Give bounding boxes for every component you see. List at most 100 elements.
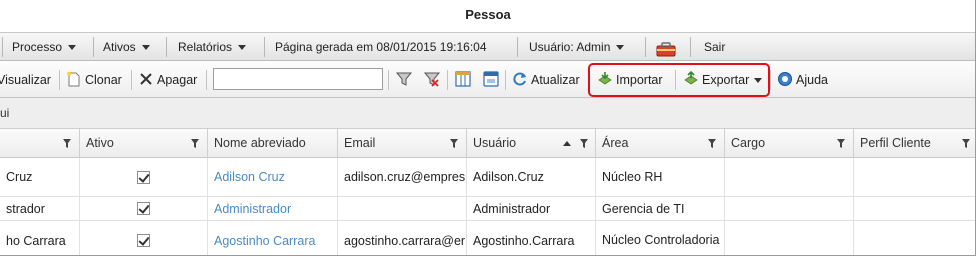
column-filter-icon[interactable] — [63, 139, 71, 148]
menu-separator — [93, 37, 94, 57]
cell-user: Adilson.Cruz — [467, 158, 596, 196]
group-bar: ui — [0, 98, 975, 129]
menu-separator — [517, 37, 518, 57]
table-row[interactable]: strador Administrador Administrador Gere… — [0, 197, 975, 221]
ativo-checkbox[interactable] — [137, 202, 150, 215]
page-generated-text: Página gerada em 08/01/2015 19:16:04 — [275, 40, 487, 54]
column-header-perfil-cliente[interactable]: Perfil Cliente — [854, 129, 975, 158]
columns-icon[interactable] — [454, 70, 472, 88]
toolbar-separator — [59, 70, 60, 90]
delete-x-icon — [138, 71, 154, 87]
menu-separator — [166, 37, 167, 57]
menu-separator — [645, 37, 646, 57]
chevron-down-icon — [68, 45, 77, 51]
help-button[interactable]: Ajuda — [777, 69, 828, 91]
cell-email: adilson.cruz@empres — [338, 158, 467, 196]
user-menu[interactable]: Usuário: Admin — [529, 33, 625, 61]
cell-email: agostinho.carrara@er — [338, 221, 467, 255]
toolbar-separator — [770, 70, 771, 90]
help-button-label: Ajuda — [796, 73, 828, 87]
menu-ativos-label: Ativos — [103, 40, 136, 54]
help-icon — [777, 71, 793, 87]
cell-email — [338, 197, 467, 220]
cell-perfil — [854, 197, 975, 220]
clone-button-label: Clonar — [85, 73, 122, 87]
column-header-label: Cargo — [731, 136, 766, 150]
column-header-email[interactable]: Email — [338, 129, 467, 158]
ativo-checkbox[interactable] — [137, 170, 150, 184]
clone-icon — [66, 71, 82, 87]
menu-separator — [2, 37, 3, 57]
user-menu-label: Usuário: Admin — [529, 40, 611, 54]
column-filter-icon[interactable] — [191, 139, 199, 148]
window: Pessoa Processo Ativos Relatórios Página… — [0, 0, 976, 256]
menu-bar: Processo Ativos Relatórios Página gerada… — [0, 33, 975, 61]
cell-cargo — [725, 158, 854, 196]
data-grid: Ativo Nome abreviado Email Usuário Área … — [0, 129, 975, 255]
column-header-usuario[interactable]: Usuário — [467, 129, 596, 158]
column-header-label: Perfil Cliente — [860, 136, 931, 150]
column-header-ativo[interactable]: Ativo — [80, 129, 208, 158]
view-button[interactable]: Visualizar — [0, 69, 51, 91]
column-filter-icon[interactable] — [962, 139, 970, 148]
exit-link[interactable]: Sair — [704, 33, 725, 61]
menu-relatorios[interactable]: Relatórios — [178, 33, 247, 61]
delete-button-label: Apagar — [157, 73, 198, 87]
column-filter-icon[interactable] — [837, 139, 845, 148]
toolbar-separator — [131, 70, 132, 90]
toolbox-icon[interactable] — [656, 39, 676, 57]
menu-processo-label: Processo — [12, 40, 63, 54]
toolbar: Visualizar Clonar Apagar Atualizar Impor… — [0, 61, 975, 98]
cell-ativo — [80, 158, 208, 196]
cell-short-name: Administrador — [208, 197, 338, 220]
search-input[interactable] — [213, 68, 383, 90]
chevron-down-icon — [238, 45, 247, 51]
toolbar-separator — [206, 70, 207, 90]
cell-area: Gerencia de TI — [596, 197, 725, 220]
title-bar: Pessoa — [0, 0, 975, 33]
column-header-nome-abreviado[interactable]: Nome abreviado — [208, 129, 338, 158]
column-header-cargo[interactable]: Cargo — [725, 129, 854, 158]
import-export-highlight — [588, 63, 770, 97]
cell-name: strador — [0, 197, 80, 220]
cell-area: Núcleo RH — [596, 158, 725, 196]
column-filter-icon[interactable] — [450, 139, 458, 148]
person-link[interactable]: Agostinho Carrara — [214, 234, 315, 248]
column-filter-icon[interactable] — [708, 139, 716, 148]
view-button-label: Visualizar — [0, 73, 51, 87]
column-header-label: Nome abreviado — [214, 136, 306, 150]
grid-header: Ativo Nome abreviado Email Usuário Área … — [0, 129, 975, 158]
menu-processo[interactable]: Processo — [12, 33, 77, 61]
person-link[interactable]: Adilson Cruz — [214, 170, 285, 184]
cell-perfil — [854, 221, 975, 255]
column-header-name[interactable] — [0, 129, 80, 158]
delete-button[interactable]: Apagar — [138, 69, 197, 91]
menu-ativos[interactable]: Ativos — [103, 33, 150, 61]
toolbar-separator — [447, 70, 448, 90]
table-row[interactable]: ho Carrara Agostinho Carrara agostinho.c… — [0, 221, 975, 255]
ativo-checkbox[interactable] — [137, 234, 150, 247]
column-header-area[interactable]: Área — [596, 129, 725, 158]
filter-icon[interactable] — [395, 70, 413, 88]
clone-button[interactable]: Clonar — [66, 69, 122, 91]
table-row[interactable]: Cruz Adilson Cruz adilson.cruz@empres Ad… — [0, 158, 975, 197]
cell-cargo — [725, 197, 854, 220]
refresh-icon — [512, 71, 528, 87]
column-header-label: Email — [344, 136, 376, 150]
refresh-button-label: Atualizar — [531, 73, 580, 87]
column-header-label: Usuário — [473, 136, 517, 150]
person-link[interactable]: Administrador — [214, 202, 291, 216]
column-filter-icon[interactable] — [580, 139, 588, 148]
sort-ascending-icon — [563, 141, 571, 146]
menu-separator — [264, 37, 265, 57]
refresh-button[interactable]: Atualizar — [512, 69, 580, 91]
column-header-label: Ativo — [86, 136, 114, 150]
window-view-icon[interactable] — [482, 70, 500, 88]
cell-ativo — [80, 197, 208, 220]
cell-user: Administrador — [467, 197, 596, 220]
cell-name: Cruz — [0, 158, 80, 196]
menu-relatorios-label: Relatórios — [178, 40, 233, 54]
cell-ativo — [80, 221, 208, 255]
toolbar-separator — [505, 70, 506, 90]
clear-filter-icon[interactable] — [423, 70, 441, 88]
